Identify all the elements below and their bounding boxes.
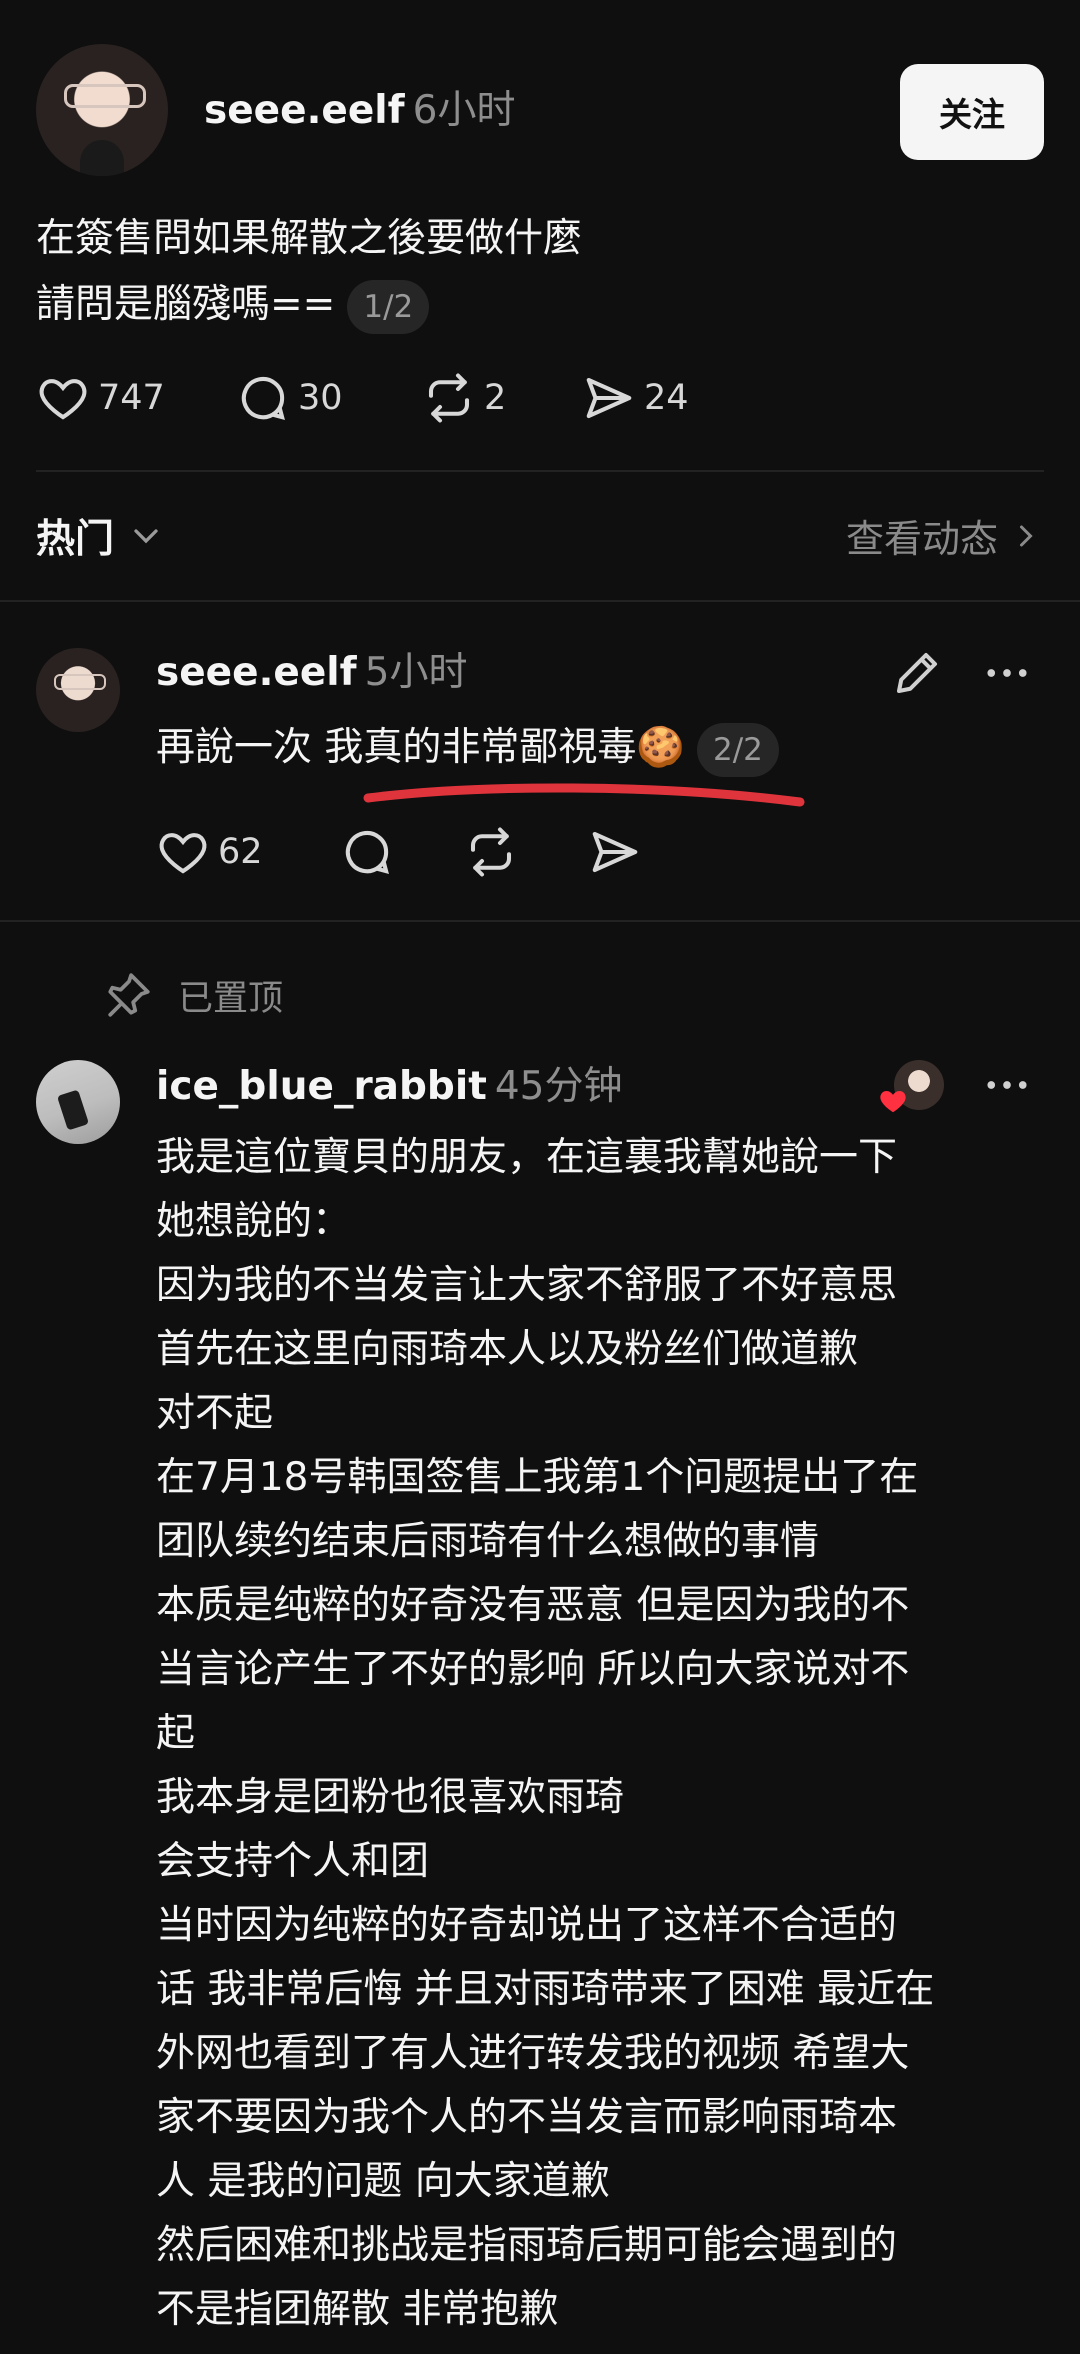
reply-line: 团队续约结束后雨琦有什么想做的事情 [156, 1519, 820, 1564]
repost-icon [428, 373, 470, 423]
post-line-text: 請問是腦殘嗎== [36, 282, 336, 327]
pinned-indicator: 已置顶 [104, 970, 283, 1021]
sort-label: 热门 [36, 517, 115, 562]
post-body: 在簽售問如果解散之後要做什麼 請問是腦殘嗎== 1/2 [36, 206, 1036, 338]
reply-line: 我是這位寶貝的朋友，在這裏我幫她說一下 [156, 1135, 898, 1180]
like-button[interactable]: 62 [156, 825, 340, 879]
chevron-down-icon [134, 529, 158, 544]
send-icon [586, 377, 632, 419]
page-badge: 2/2 [696, 722, 779, 777]
reply-line: 当言论产生了不好的影响 所以向大家说对不 [156, 1647, 910, 1692]
reply-username[interactable]: ice_blue_rabbit [156, 1064, 487, 1109]
reply-author-line: ice_blue_rabbit 45分钟 [156, 1062, 622, 1112]
view-activity-label: 查看动态 [845, 517, 998, 561]
red-underline-annotation [363, 783, 805, 807]
reply-line: 我本身是团粉也很喜欢雨琦 [156, 1775, 625, 1820]
reply-text: 再說一次 我真的非常鄙視毒🍪 [156, 725, 685, 770]
post-header: seee.eelf 6小时 关注 [36, 44, 1044, 180]
post-line: 請問是腦殘嗎== 1/2 [36, 272, 1036, 338]
reply-line: 外网也看到了有人进行转发我的视频 希望大 [156, 2031, 910, 2076]
repost-button[interactable]: 2 [422, 371, 582, 425]
reply-line: 人 是我的问题 向大家道歉 [156, 2159, 610, 2204]
share-button[interactable]: 24 [582, 371, 722, 425]
reply-line: 因为我的不当发言让大家不舒服了不好意思 [156, 1263, 898, 1308]
view-activity-link[interactable]: 查看动态 [846, 508, 1044, 563]
thread-page: seee.eelf 6小时 关注 在簽售問如果解散之後要做什麼 請問是腦殘嗎== 1… [0, 0, 1080, 2354]
reply-line: 然后困难和挑战是指雨琦后期可能会遇到的 [156, 2223, 898, 2268]
page-badge: 1/2 [347, 279, 430, 334]
reply-time: 5小时 [364, 650, 468, 695]
comment-icon [241, 376, 285, 420]
post-line: 在簽售問如果解散之後要做什麼 [36, 216, 583, 261]
reply-line: 本质是纯粹的好奇没有恶意 但是因为我的不 [156, 1583, 910, 1628]
send-icon [592, 831, 638, 873]
comment-button[interactable]: 30 [236, 371, 422, 425]
reply-line: 会支持个人和团 [156, 1839, 430, 1884]
comment-icon [345, 830, 389, 874]
reply-body: 我是這位寶貝的朋友，在這裏我幫她說一下 她想說的： 因为我的不当发言让大家不舒服… [156, 1126, 1056, 2342]
edit-icon[interactable] [890, 646, 944, 700]
sort-dropdown[interactable]: 热门 [36, 508, 166, 564]
sort-row: 热门 查看动态 [36, 498, 1044, 578]
comment-count: 30 [298, 378, 343, 418]
reply-time: 45分钟 [494, 1064, 623, 1109]
heart-icon [39, 379, 87, 420]
heart-badge-icon [880, 1091, 906, 1113]
share-count: 24 [644, 378, 689, 418]
author-avatar[interactable] [36, 44, 168, 176]
reply-avatar[interactable] [36, 648, 120, 732]
more-icon[interactable] [980, 1058, 1034, 1112]
post-actions: 747 30 2 24 [36, 368, 722, 428]
comment-button[interactable] [340, 825, 464, 879]
reply-body: 再說一次 我真的非常鄙視毒🍪 2/2 [156, 716, 779, 780]
repost-button[interactable] [464, 825, 588, 879]
reply-actions: 62 [156, 822, 668, 882]
heart-icon [159, 833, 207, 874]
post-time: 6小时 [412, 88, 516, 133]
reply-username[interactable]: seee.eelf [156, 650, 357, 695]
divider [0, 920, 1080, 922]
reply-line: 在7月18号韩国签售上我第1个问题提出了在 [156, 1455, 919, 1500]
reply-line: 话 我非常后悔 并且对雨琦带来了困难 最近在 [156, 1967, 935, 2012]
reply-avatar[interactable] [36, 1060, 120, 1144]
divider [0, 600, 1080, 602]
divider [36, 470, 1044, 472]
chevron-right-icon [1020, 525, 1033, 546]
reply-line: 当时因为纯粹的好奇却说出了这样不合适的 [156, 1903, 898, 1948]
post-author-line: seee.eelf 6小时 [204, 86, 515, 136]
post-username[interactable]: seee.eelf [204, 88, 405, 133]
reply-author-line: seee.eelf 5小时 [156, 648, 467, 698]
repost-icon [470, 827, 512, 877]
share-button[interactable] [588, 825, 668, 879]
reply-line: 对不起 [156, 1391, 274, 1436]
repost-count: 2 [484, 378, 507, 418]
pin-icon [108, 972, 150, 1017]
reply-line: 不是指团解散 非常抱歉 [156, 2287, 559, 2332]
like-button[interactable]: 747 [36, 371, 236, 425]
like-count: 62 [218, 832, 263, 872]
reply-line: 她想說的： [156, 1199, 352, 1244]
more-icon[interactable] [980, 646, 1034, 700]
pinned-label: 已置顶 [178, 979, 284, 1019]
reply-line: 家不要因为我个人的不当发言而影响雨琦本 [156, 2095, 898, 2140]
like-count: 747 [98, 378, 165, 418]
follow-button[interactable]: 关注 [900, 64, 1044, 160]
reply-line: 起 [156, 1711, 196, 1756]
reply-line: 首先在这里向雨琦本人以及粉丝们做道歉 [156, 1327, 859, 1372]
